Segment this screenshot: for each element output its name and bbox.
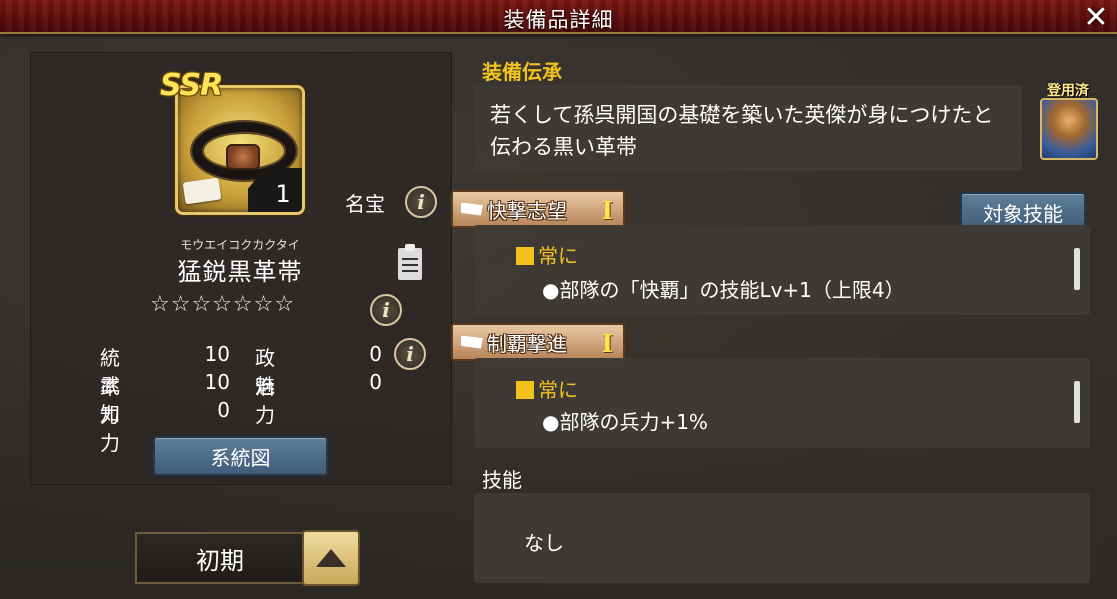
skill-effect-1: ●部隊の「快覇」の技能Lv+1（上限4）	[542, 278, 905, 302]
skill-tag-2: 制覇撃進 Ⅰ	[451, 323, 625, 361]
rarity-label: SSR	[160, 68, 223, 103]
stat-value: 0	[217, 398, 230, 422]
skill-condition-1: 常に	[516, 240, 578, 269]
clipboard-icon[interactable]	[396, 244, 424, 280]
item-icon[interactable]: 1	[175, 85, 305, 215]
skill-effect-2: ●部隊の兵力+1%	[542, 410, 708, 434]
close-icon: ✕	[1083, 0, 1109, 35]
skill-2-scrollbar[interactable]	[1074, 381, 1080, 423]
skill-condition-2: 常に	[516, 374, 578, 403]
skill-name: 制覇撃進	[487, 331, 567, 356]
officer-portrait	[1040, 98, 1098, 160]
initial-selector[interactable]: 初期	[135, 532, 305, 584]
officer-badge[interactable]: 登用済	[1036, 80, 1100, 162]
window-title: 装備品詳細	[503, 8, 614, 32]
expand-up-button[interactable]	[302, 530, 360, 586]
title-bar: 装備品詳細 ✕	[0, 0, 1117, 35]
stat-value: 0	[369, 370, 382, 394]
skill-tag-1: 快撃志望 Ⅰ	[451, 190, 625, 228]
gold-square-icon	[516, 381, 534, 399]
skill-rank: Ⅰ	[601, 329, 613, 358]
item-furigana: モウエイコクカクタイ	[180, 238, 300, 252]
belt-buckle-icon	[226, 144, 260, 170]
officer-status-label: 登用済	[1047, 83, 1089, 99]
stat-label: 知力	[100, 402, 120, 455]
flag-icon	[461, 202, 483, 216]
lore-heading: 装備伝承	[482, 60, 562, 84]
stat-value: 10	[204, 370, 230, 394]
stats-info-icon[interactable]: i	[394, 338, 426, 370]
triangle-up-icon	[316, 549, 346, 567]
scroll-tag-icon	[182, 177, 222, 205]
stat-value: 0	[369, 342, 382, 366]
stat-value: 10	[204, 342, 230, 366]
close-button[interactable]: ✕	[1081, 0, 1111, 35]
stars-info-icon[interactable]: i	[370, 294, 402, 326]
ability-heading: 技能	[482, 468, 522, 492]
skill-name: 快撃志望	[487, 198, 567, 223]
meibou-label: 名宝	[345, 192, 385, 216]
skill-1-scrollbar[interactable]	[1074, 248, 1080, 290]
star-rating: ☆☆☆☆☆☆☆	[150, 292, 296, 317]
ability-value: なし	[524, 531, 564, 555]
stat-label: 魅力	[255, 374, 275, 427]
lore-text: 若くして孫呉開国の基礎を築いた英傑が身につけたと伝わる黒い革帯	[474, 85, 1022, 171]
ability-box	[474, 493, 1090, 583]
skill-rank: Ⅰ	[601, 196, 613, 225]
flag-icon	[461, 335, 483, 349]
gold-square-icon	[516, 247, 534, 265]
meibou-info-icon[interactable]: i	[405, 186, 437, 218]
item-name: 猛鋭黒革帯	[177, 258, 303, 286]
lineage-chart-button[interactable]: 系統図	[153, 436, 328, 476]
